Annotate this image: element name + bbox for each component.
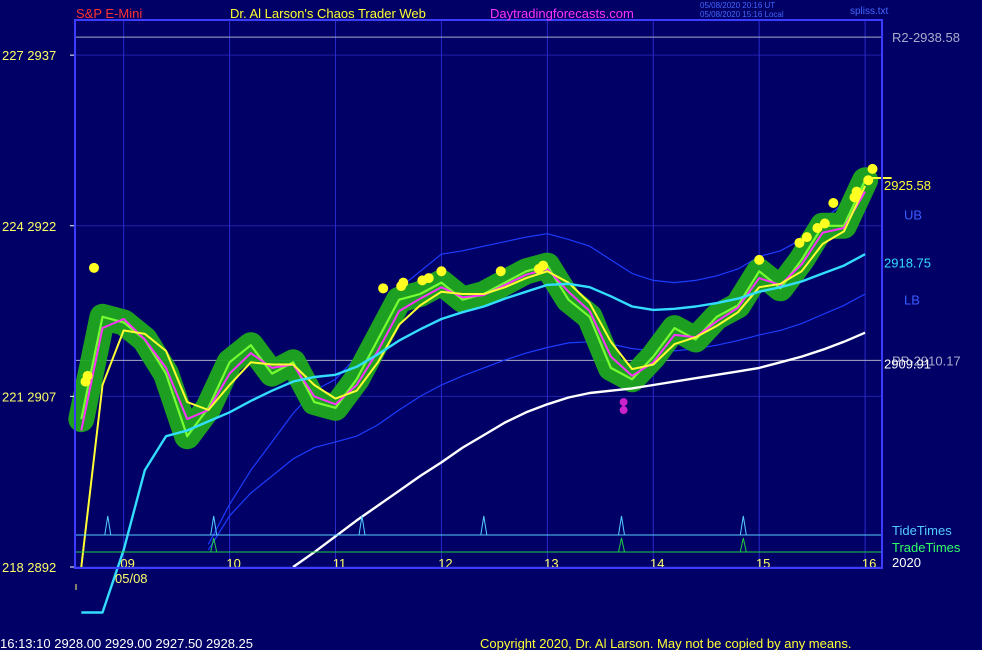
band-label: UB [904,207,922,222]
signal-dot [82,370,93,381]
symbol-title: S&P E-Mini [76,6,142,21]
signal-dot [754,254,765,265]
signal-dot [378,283,389,294]
copyright: Copyright 2020, Dr. Al Larson. May not b… [480,636,851,650]
signal-dot [538,260,549,271]
signal-dot [801,232,812,243]
low-dot [619,398,628,407]
value-label: 2918.75 [884,256,931,271]
signal-dot [828,198,839,208]
timestamp-utc: 05/08/2020 20:16 UT [700,1,775,10]
signal-dot [436,266,447,277]
last-quote: 16:13:10 2928.00 2929.00 2927.50 2928.25 [0,636,253,650]
signal-dot [495,266,506,277]
low-dot [619,406,628,415]
signal-dot [851,186,862,197]
signal-dot [863,175,874,186]
signal-dot [398,277,409,288]
value-label: 2925.58 [884,178,931,193]
signal-dot [89,262,100,273]
level-label: R2-2938.58 [892,30,960,45]
y-tick-label: 221 2907 [2,389,56,404]
signal-dot [867,163,878,174]
y-tick-label: 218 2892 [2,560,56,575]
signal-dot [819,218,830,229]
x-date-label: 05/08 [115,571,148,586]
file-name: spliss.txt [850,6,889,17]
trade-times-label: TradeTimes [892,540,961,555]
value-label: 2909.91 [884,356,931,371]
y-tick-label: 224 2922 [2,219,56,234]
timestamp-local: 05/08/2020 15:16 Local [700,10,784,19]
y-tick-label: 227 2937 [2,48,56,63]
site-title: Dr. Al Larson's Chaos Trader Web [230,6,426,21]
band-label: LB [904,293,920,308]
year-label: 2020 [892,555,921,570]
site-url[interactable]: Daytradingforecasts.com [490,6,634,21]
signal-dot [423,273,434,284]
tide-times-label: TideTimes [892,523,952,538]
chaos-chart: R2-2938.58PP-2910.17 227 2937224 2922221… [0,0,982,650]
